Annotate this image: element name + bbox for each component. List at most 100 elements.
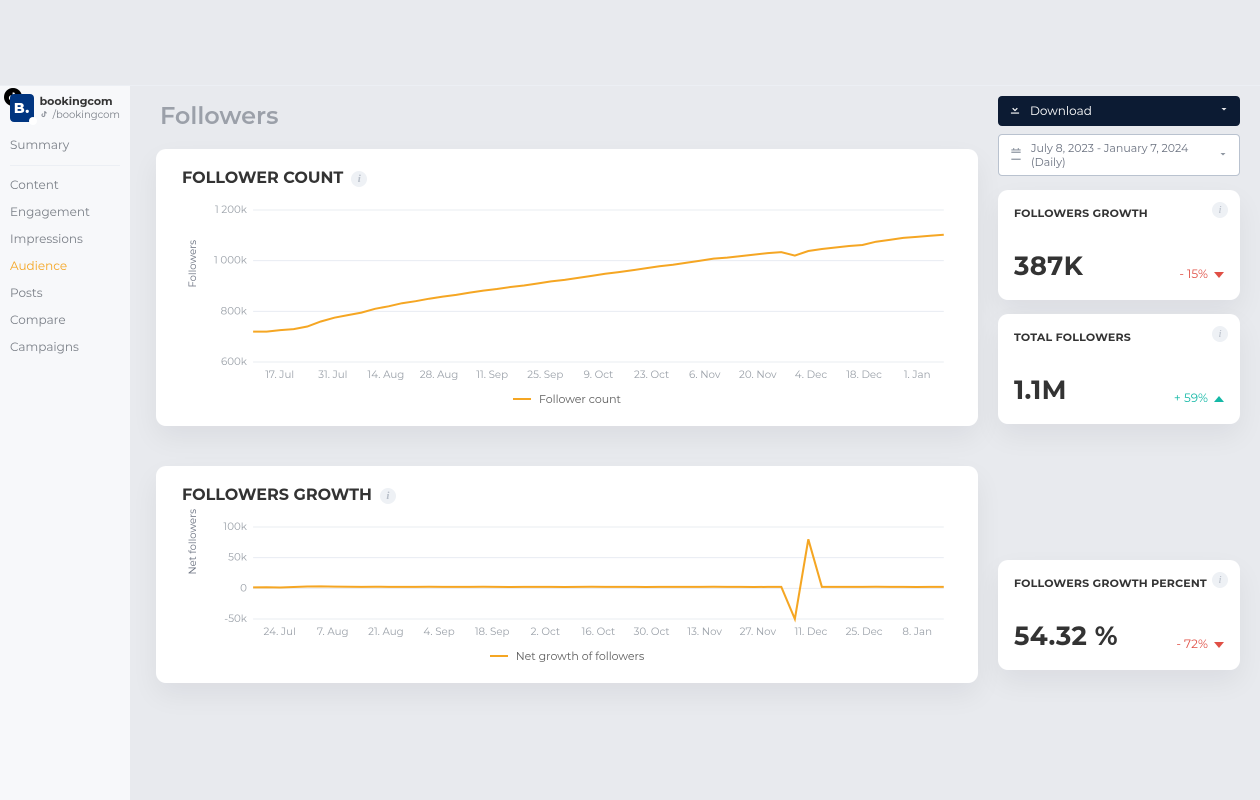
svg-text:800k: 800k — [221, 304, 247, 317]
svg-text:28. Aug: 28. Aug — [420, 368, 459, 381]
chart-follower-count: 600k800k1 000k1 200k17. Jul31. Jul14. Au… — [212, 204, 952, 384]
account-handle: /bookingcom — [53, 108, 120, 121]
kpi-growth-percent: FOLLOWERS GROWTH PERCENT i 54.32 % - 72% — [998, 560, 1240, 670]
page-title: Followers — [160, 102, 974, 131]
kpi-value: 1.1M — [1014, 374, 1067, 406]
caret-down-icon — [1218, 103, 1230, 119]
card-follower-count-title: FOLLOWER COUNTi — [182, 169, 952, 188]
svg-text:18. Sep: 18. Sep — [475, 625, 510, 638]
kpi-total-followers: TOTAL FOLLOWERS i 1.1M + 59% — [998, 314, 1240, 424]
tiktok-mini-icon — [40, 110, 49, 119]
sidebar-nav: Summary Content Engagement Impressions A… — [10, 132, 120, 361]
svg-text:30. Oct: 30. Oct — [634, 625, 670, 638]
account-block[interactable]: B. bookingcom /bookingcom — [10, 94, 120, 122]
y-axis-label-2: Net followers — [186, 509, 199, 574]
sidebar-item-content[interactable]: Content — [10, 172, 120, 199]
svg-text:25. Sep: 25. Sep — [527, 368, 563, 381]
chart-follower-count-wrap: Followers 600k800k1 000k1 200k17. Jul31.… — [182, 204, 952, 384]
date-range-select[interactable]: July 8, 2023 - January 7, 2024 (Daily) — [998, 134, 1240, 176]
kpi-title: FOLLOWERS GROWTH — [1014, 206, 1224, 220]
kpi-title: TOTAL FOLLOWERS — [1014, 330, 1224, 344]
account-name: bookingcom — [40, 95, 120, 108]
kpi-delta: - 72% — [1176, 637, 1224, 652]
svg-text:14. Aug: 14. Aug — [368, 368, 405, 381]
chart-followers-growth-wrap: Net followers -50k050k100k24. Jul7. Aug2… — [182, 521, 952, 641]
calendar-icon — [1009, 147, 1023, 164]
svg-text:2. Oct: 2. Oct — [531, 625, 560, 638]
svg-text:100k: 100k — [224, 521, 247, 533]
card-follower-count: FOLLOWER COUNTi Followers 600k 800k 1 000k… — [156, 149, 978, 426]
download-label: Download — [1030, 104, 1092, 119]
svg-text:21. Aug: 21. Aug — [368, 625, 404, 638]
info-icon[interactable]: i — [1212, 326, 1228, 342]
svg-text:31. Jul: 31. Jul — [318, 368, 347, 381]
legend-swatch-icon — [513, 398, 531, 400]
sidebar-item-summary[interactable]: Summary — [10, 132, 120, 159]
controls: Download July 8, 2023 - January 7, 2024 … — [998, 96, 1240, 176]
kpi-value: 54.32 % — [1014, 620, 1118, 652]
svg-text:4. Dec: 4. Dec — [795, 368, 828, 381]
trend-down-icon — [1214, 642, 1224, 648]
svg-text:600k: 600k — [221, 355, 247, 368]
svg-text:11. Dec: 11. Dec — [795, 625, 828, 638]
svg-text:7. Aug: 7. Aug — [317, 625, 349, 638]
svg-text:25. Dec: 25. Dec — [846, 625, 883, 638]
sidebar-item-compare[interactable]: Compare — [10, 307, 120, 334]
kpi-spacer — [998, 438, 1240, 450]
kpi-value: 387K — [1014, 250, 1083, 282]
kpi-title: FOLLOWERS GROWTH PERCENT — [1014, 576, 1224, 590]
svg-text:23. Oct: 23. Oct — [634, 368, 669, 381]
svg-text:11. Sep: 11. Sep — [476, 368, 508, 381]
trend-down-icon — [1214, 272, 1224, 278]
legend-follower-count: Follower count — [182, 392, 952, 406]
sidebar-item-impressions[interactable]: Impressions — [10, 226, 120, 253]
sidebar-item-audience[interactable]: Audience — [10, 253, 120, 280]
card-followers-growth-title: FOLLOWERS GROWTHi — [182, 486, 952, 505]
svg-text:16. Oct: 16. Oct — [582, 625, 616, 638]
svg-text:0: 0 — [240, 581, 247, 594]
info-icon[interactable]: i — [1212, 572, 1228, 588]
sidebar-item-campaigns[interactable]: Campaigns — [10, 334, 120, 361]
sidebar-item-engagement[interactable]: Engagement — [10, 199, 120, 226]
svg-text:27. Nov: 27. Nov — [740, 625, 777, 638]
svg-text:18. Dec: 18. Dec — [846, 368, 882, 381]
info-icon[interactable]: i — [380, 488, 396, 504]
svg-text:-50k: -50k — [224, 612, 247, 625]
top-spacer — [0, 0, 1260, 86]
chart-followers-growth: -50k 0 50k 100k 24. Jul 7. Aug 21. Aug 4. Sep 18… — [212, 521, 952, 641]
sidebar: B. bookingcom /bookingcom Summary Conten… — [0, 86, 130, 800]
svg-text:4. Sep: 4. Sep — [423, 625, 454, 638]
download-button[interactable]: Download — [998, 96, 1240, 126]
svg-text:13. Nov: 13. Nov — [687, 625, 722, 638]
kpi-followers-growth: FOLLOWERS GROWTH i 387K - 15% — [998, 190, 1240, 300]
sidebar-item-posts[interactable]: Posts — [10, 280, 120, 307]
svg-text:20. Nov: 20. Nov — [739, 368, 777, 381]
trend-up-icon — [1214, 396, 1224, 402]
caret-down-icon — [1217, 148, 1229, 163]
svg-text:50k: 50k — [228, 551, 247, 564]
y-axis-label-1: Followers — [186, 240, 199, 287]
svg-text:1 000k: 1 000k — [214, 254, 247, 267]
legend-followers-growth: Net growth of followers — [182, 649, 952, 663]
app: B. bookingcom /bookingcom Summary Conten… — [0, 86, 1260, 800]
svg-text:8. Jan: 8. Jan — [902, 625, 932, 638]
info-icon[interactable]: i — [1212, 202, 1228, 218]
svg-text:1 200k: 1 200k — [215, 204, 247, 216]
card-followers-growth: FOLLOWERS GROWTHi Net followers -50k 0 50k… — [156, 466, 978, 683]
legend-swatch-icon — [490, 655, 508, 657]
svg-text:24. Jul: 24. Jul — [264, 625, 296, 638]
date-range-text: July 8, 2023 - January 7, 2024 (Daily) — [1031, 141, 1209, 169]
content: Followers FOLLOWER COUNTi Followers 600k… — [130, 86, 1260, 800]
right-rail: Download July 8, 2023 - January 7, 2024 … — [998, 96, 1240, 780]
svg-text:9. Oct: 9. Oct — [584, 368, 614, 381]
avatar-dot-icon — [29, 117, 37, 125]
svg-text:1. Jan: 1. Jan — [904, 368, 931, 381]
svg-text:6. Nov: 6. Nov — [689, 368, 721, 381]
main-column: Followers FOLLOWER COUNTi Followers 600k… — [156, 96, 978, 780]
sidebar-divider — [10, 165, 120, 166]
info-icon[interactable]: i — [351, 171, 367, 187]
kpi-delta: - 15% — [1179, 267, 1224, 282]
avatar-text: B. — [14, 99, 30, 117]
kpi-delta: + 59% — [1174, 391, 1224, 406]
download-icon — [1008, 102, 1022, 120]
